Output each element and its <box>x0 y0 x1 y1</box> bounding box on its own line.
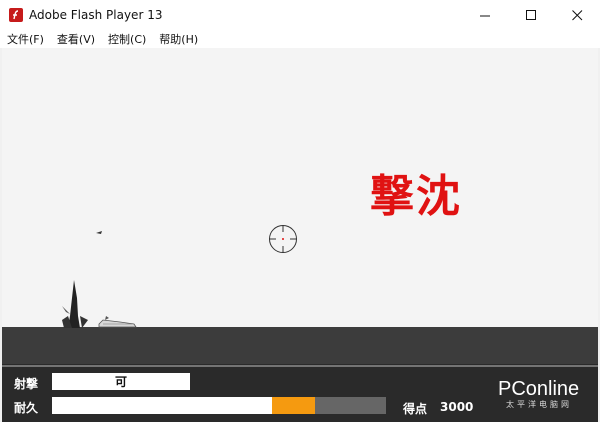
flash-player-icon <box>9 8 23 22</box>
durability-remaining <box>52 397 272 414</box>
menu-view[interactable]: 查看(V) <box>50 31 101 47</box>
maximize-icon <box>525 9 536 20</box>
menu-file[interactable]: 文件(F) <box>0 31 50 47</box>
menu-help[interactable]: 帮助(H) <box>152 31 204 47</box>
ship-wreck <box>98 316 137 328</box>
fire-label: 射撃 <box>14 377 39 391</box>
title-bar: Adobe Flash Player 13 <box>0 0 600 30</box>
window-title: Adobe Flash Player 13 <box>29 8 163 22</box>
close-icon <box>571 9 582 20</box>
minimize-icon <box>479 15 490 16</box>
durability-label: 耐久 <box>14 401 39 415</box>
close-button[interactable] <box>554 0 600 30</box>
game-stage[interactable]: 撃沈 射撃 可 耐久 得点 3000 PConline 太平洋电脑网 <box>2 48 598 422</box>
score-label: 得点 <box>403 402 428 416</box>
durability-damage <box>272 397 315 414</box>
ground <box>2 327 598 364</box>
watermark-logo: PConline <box>498 378 580 400</box>
menu-bar: 文件(F) 查看(V) 控制(C) 帮助(H) <box>0 30 600 48</box>
aircraft <box>96 231 102 234</box>
sunk-message: 撃沈 <box>370 171 462 222</box>
watermark: PConline 太平洋电脑网 <box>498 378 596 418</box>
sinking-ship-splash <box>62 280 88 328</box>
watermark-subtitle: 太平洋电脑网 <box>506 400 572 409</box>
crosshair[interactable] <box>269 225 297 253</box>
fire-status: 可 <box>52 373 190 390</box>
menu-control[interactable]: 控制(C) <box>101 31 152 47</box>
durability-bar <box>52 397 386 414</box>
minimize-button[interactable] <box>462 0 508 30</box>
score-value: 3000 <box>440 400 474 414</box>
maximize-button[interactable] <box>508 0 554 30</box>
